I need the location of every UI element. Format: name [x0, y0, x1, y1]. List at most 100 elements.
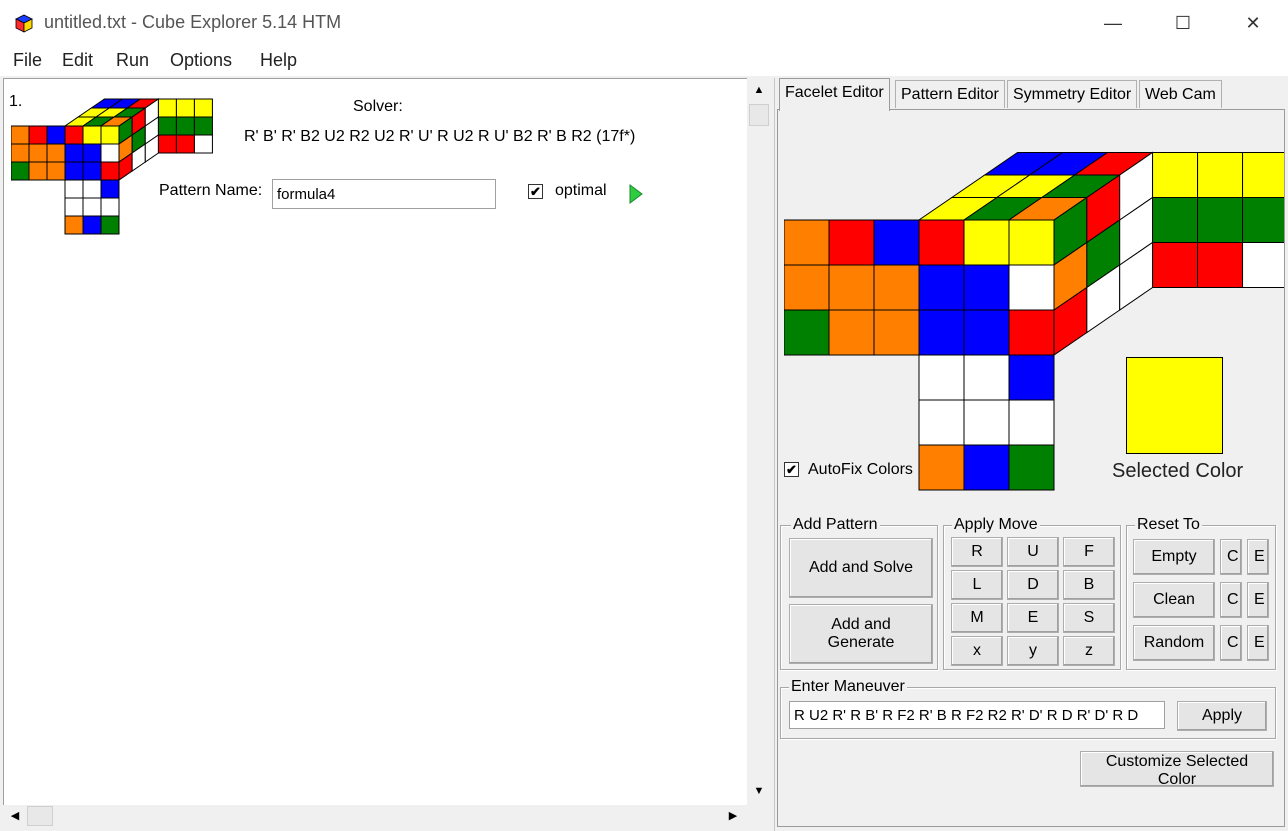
facelet-back[interactable] — [175, 116, 195, 136]
facelet-left[interactable] — [828, 219, 875, 266]
reset-clean-e-button[interactable]: E — [1247, 582, 1269, 618]
facelet-left[interactable] — [10, 161, 30, 181]
facelet-front[interactable] — [963, 309, 1010, 356]
facelet-front[interactable] — [1008, 264, 1055, 311]
menu-help[interactable]: Help — [258, 50, 299, 71]
facelet-down[interactable] — [1008, 354, 1055, 401]
facelet-back[interactable] — [175, 134, 195, 154]
scroll-right-button[interactable]: ▶ — [723, 806, 743, 826]
customize-selected-color-button[interactable]: Customize Selected Color — [1080, 751, 1274, 788]
facelet-back[interactable] — [1152, 197, 1199, 243]
facelet-down[interactable] — [963, 444, 1010, 491]
facelet-back[interactable] — [1242, 152, 1288, 198]
facelet-left[interactable] — [873, 219, 920, 266]
move-button-L[interactable]: L — [951, 570, 1003, 600]
facelet-back[interactable] — [1242, 242, 1288, 288]
tab-facelet-editor[interactable]: Facelet Editor — [779, 78, 890, 111]
menu-edit[interactable]: Edit — [60, 50, 95, 71]
minimize-button[interactable]: — — [1090, 0, 1136, 46]
facelet-left[interactable] — [46, 125, 66, 145]
facelet-down[interactable] — [918, 444, 965, 491]
facelet-left[interactable] — [873, 309, 920, 356]
move-button-M[interactable]: M — [951, 603, 1003, 633]
scroll-up-button[interactable]: ▲ — [749, 80, 769, 100]
facelet-front[interactable] — [64, 125, 84, 145]
tab-symmetry-editor[interactable]: Symmetry Editor — [1007, 80, 1138, 108]
close-button[interactable]: ✕ — [1230, 0, 1276, 46]
maneuver-input[interactable] — [789, 701, 1165, 729]
scroll-hthumb[interactable] — [27, 806, 53, 826]
facelet-front[interactable] — [1008, 219, 1055, 266]
facelet-front[interactable] — [918, 264, 965, 311]
reset-random-button[interactable]: Random — [1133, 625, 1215, 661]
facelet-back[interactable] — [193, 116, 213, 136]
facelet-down[interactable] — [100, 179, 120, 199]
move-button-F[interactable]: F — [1063, 537, 1115, 567]
menu-file[interactable]: File — [11, 50, 44, 71]
add-and-solve-button[interactable]: Add and Solve — [789, 538, 933, 598]
facelet-left[interactable] — [46, 143, 66, 163]
facelet-down[interactable] — [1008, 399, 1055, 446]
add-and-generate-button[interactable]: Add and Generate — [789, 604, 933, 664]
facelet-down[interactable] — [100, 197, 120, 217]
facelet-left[interactable] — [10, 125, 30, 145]
move-button-E[interactable]: E — [1007, 603, 1059, 633]
facelet-left[interactable] — [28, 161, 48, 181]
reset-random-c-button[interactable]: C — [1220, 625, 1242, 661]
facelet-back[interactable] — [193, 134, 213, 154]
facelet-left[interactable] — [828, 309, 875, 356]
move-button-U[interactable]: U — [1007, 537, 1059, 567]
facelet-left[interactable] — [46, 161, 66, 181]
reset-empty-c-button[interactable]: C — [1220, 539, 1242, 575]
facelet-front[interactable] — [82, 125, 102, 145]
facelet-back[interactable] — [193, 98, 213, 118]
facelet-front[interactable] — [963, 264, 1010, 311]
facelet-down[interactable] — [918, 354, 965, 401]
facelet-down[interactable] — [1008, 444, 1055, 491]
move-button-D[interactable]: D — [1007, 570, 1059, 600]
tab-web-cam[interactable]: Web Cam — [1139, 80, 1222, 108]
facelet-front[interactable] — [100, 161, 120, 181]
cube-thumbnail[interactable] — [10, 90, 216, 240]
facelet-front[interactable] — [82, 161, 102, 181]
facelet-down[interactable] — [64, 197, 84, 217]
facelet-down[interactable] — [82, 179, 102, 199]
facelet-down[interactable] — [963, 354, 1010, 401]
facelet-down[interactable] — [64, 179, 84, 199]
facelet-left[interactable] — [828, 264, 875, 311]
facelet-back[interactable] — [1152, 242, 1199, 288]
move-button-R[interactable]: R — [951, 537, 1003, 567]
facelet-left[interactable] — [783, 309, 830, 356]
facelet-down[interactable] — [918, 399, 965, 446]
facelet-down[interactable] — [64, 215, 84, 235]
menu-options[interactable]: Options — [168, 50, 234, 71]
scroll-left-button[interactable]: ◀ — [5, 806, 25, 826]
move-button-B[interactable]: B — [1063, 570, 1115, 600]
cube-net-svg[interactable] — [10, 90, 216, 240]
scroll-down-button[interactable]: ▼ — [749, 781, 769, 801]
facelet-left[interactable] — [10, 143, 30, 163]
facelet-down[interactable] — [82, 197, 102, 217]
facelet-left[interactable] — [28, 143, 48, 163]
facelet-front[interactable] — [100, 143, 120, 163]
facelet-left[interactable] — [783, 219, 830, 266]
apply-maneuver-button[interactable]: Apply — [1177, 701, 1267, 731]
facelet-back[interactable] — [157, 98, 177, 118]
facelet-back[interactable] — [1197, 197, 1244, 243]
scroll-thumb[interactable] — [749, 104, 769, 126]
facelet-back[interactable] — [1152, 152, 1199, 198]
facelet-front[interactable] — [82, 143, 102, 163]
facelet-front[interactable] — [100, 125, 120, 145]
facelet-down[interactable] — [82, 215, 102, 235]
reset-clean-c-button[interactable]: C — [1220, 582, 1242, 618]
facelet-left[interactable] — [783, 264, 830, 311]
reset-clean-button[interactable]: Clean — [1133, 582, 1215, 618]
facelet-front[interactable] — [1008, 309, 1055, 356]
facelet-back[interactable] — [1242, 197, 1288, 243]
facelet-front[interactable] — [963, 219, 1010, 266]
facelet-down[interactable] — [100, 215, 120, 235]
vertical-scrollbar[interactable]: ▲ ▼ — [747, 78, 771, 805]
reset-empty-button[interactable]: Empty — [1133, 539, 1215, 575]
facelet-back[interactable] — [175, 98, 195, 118]
facelet-left[interactable] — [873, 264, 920, 311]
